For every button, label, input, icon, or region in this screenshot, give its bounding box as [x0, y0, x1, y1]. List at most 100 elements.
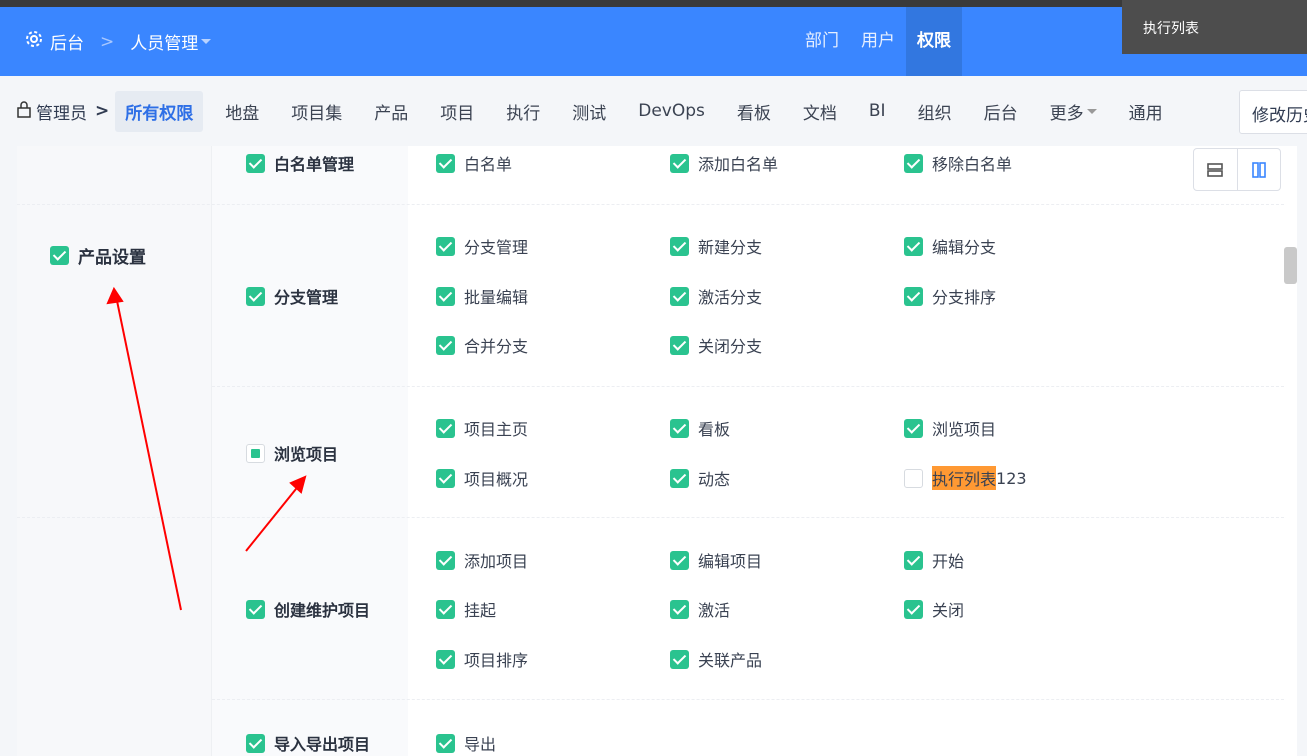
table-row	[212, 700, 1284, 756]
checkbox[interactable]	[436, 550, 455, 570]
permission-item[interactable]: 挂起	[436, 597, 496, 621]
permission-item[interactable]: 新建分支	[670, 234, 762, 258]
checkbox[interactable]	[670, 286, 689, 306]
permission-item[interactable]: 关联产品	[670, 647, 762, 671]
module-checkbox[interactable]: 产品设置	[50, 243, 146, 268]
tab-kanban[interactable]: 看板	[727, 91, 781, 132]
checkbox[interactable]	[436, 649, 455, 669]
checkbox[interactable]	[670, 550, 689, 570]
permission-item[interactable]: 批量编辑	[436, 284, 528, 308]
permission-item[interactable]: 项目主页	[436, 416, 528, 440]
checkbox[interactable]	[670, 468, 689, 488]
checkbox[interactable]	[246, 286, 265, 306]
permission-item[interactable]: 激活	[670, 597, 730, 621]
checkbox[interactable]	[904, 236, 923, 256]
permission-item[interactable]: 执行列表 123	[904, 466, 1027, 490]
checkbox[interactable]	[436, 468, 455, 488]
permission-item[interactable]: 导出	[436, 731, 496, 755]
permission-label: 分支排序	[932, 288, 997, 307]
nav-permission[interactable]: 权限	[906, 7, 962, 76]
tab-my[interactable]: 地盘	[215, 91, 269, 132]
checkbox[interactable]	[436, 153, 455, 173]
permission-item[interactable]: 白名单	[436, 151, 512, 175]
column-view-button[interactable]	[1236, 149, 1281, 190]
tab-execution[interactable]: 执行	[496, 91, 550, 132]
history-button[interactable]: 修改历史	[1239, 90, 1307, 134]
list-view-button[interactable]	[1194, 149, 1237, 190]
checkbox[interactable]	[904, 550, 923, 570]
checkbox[interactable]	[436, 418, 455, 438]
checkbox[interactable]	[904, 418, 923, 438]
permission-label: 浏览项目	[932, 420, 997, 439]
permission-item[interactable]: 开始	[904, 548, 964, 572]
view-toggle	[1193, 148, 1281, 191]
tab-bi[interactable]: BI	[859, 93, 896, 129]
permission-item[interactable]: 编辑项目	[670, 548, 762, 572]
tab-general[interactable]: 通用	[1119, 91, 1173, 132]
checkbox[interactable]	[670, 649, 689, 669]
permission-item[interactable]: 激活分支	[670, 284, 762, 308]
permission-label: 挂起	[464, 601, 497, 620]
tab-project[interactable]: 项目	[430, 91, 484, 132]
permission-item[interactable]: 关闭分支	[670, 333, 762, 357]
checkbox[interactable]	[246, 599, 265, 619]
checkbox[interactable]	[246, 733, 265, 753]
tab-more[interactable]: 更多	[1040, 91, 1107, 132]
nav-user[interactable]: 用户	[850, 7, 906, 76]
permission-item[interactable]: 添加项目	[436, 548, 528, 572]
checkbox[interactable]	[436, 599, 455, 619]
checkbox[interactable]	[670, 236, 689, 256]
tab-org[interactable]: 组织	[908, 91, 962, 132]
permission-item[interactable]: 添加白名单	[670, 151, 778, 175]
group-checkbox[interactable]: 创建维护项目	[246, 597, 370, 621]
tab-product[interactable]: 产品	[364, 91, 418, 132]
checkbox[interactable]	[904, 468, 923, 488]
checkbox[interactable]	[436, 286, 455, 306]
table-row	[212, 518, 1284, 700]
checkbox[interactable]	[670, 335, 689, 355]
checkbox[interactable]	[670, 153, 689, 173]
permission-item[interactable]: 动态	[670, 466, 730, 490]
module-label: 产品设置	[78, 248, 146, 268]
permission-item[interactable]: 浏览项目	[904, 416, 996, 440]
checkbox[interactable]	[670, 599, 689, 619]
module-dropdown[interactable]: 人员管理	[130, 29, 212, 54]
tab-devops[interactable]: DevOps	[628, 93, 715, 129]
checkbox[interactable]	[670, 418, 689, 438]
checkbox[interactable]	[436, 733, 455, 753]
chevron-right-icon: >	[100, 31, 115, 52]
permission-item[interactable]: 分支排序	[904, 284, 996, 308]
checkbox[interactable]	[436, 335, 455, 355]
permission-item[interactable]: 项目排序	[436, 647, 528, 671]
permission-item[interactable]: 看板	[670, 416, 730, 440]
checkbox[interactable]	[246, 153, 265, 173]
checkbox[interactable]	[904, 153, 923, 173]
checkbox[interactable]	[436, 236, 455, 256]
permission-item[interactable]: 项目概况	[436, 466, 528, 490]
tab-admin[interactable]: 后台	[974, 91, 1028, 132]
checkbox[interactable]	[904, 599, 923, 619]
tab-doc[interactable]: 文档	[793, 91, 847, 132]
home-link[interactable]: 后台	[50, 29, 84, 54]
scrollbar-thumb[interactable]	[1284, 247, 1297, 284]
permission-item[interactable]: 关闭	[904, 597, 964, 621]
checkbox[interactable]	[904, 286, 923, 306]
checkbox[interactable]	[50, 246, 69, 265]
checkbox-indeterminate[interactable]	[246, 443, 265, 463]
permission-item[interactable]: 编辑分支	[904, 234, 996, 258]
permission-label: 分支管理	[464, 238, 529, 257]
group-checkbox[interactable]: 导入导出项目	[246, 731, 370, 755]
permission-item[interactable]: 合并分支	[436, 333, 528, 357]
group-checkbox[interactable]: 浏览项目	[246, 441, 338, 465]
tab-qa[interactable]: 测试	[562, 91, 616, 132]
app-header: 后台 > 人员管理 部门 用户 权限	[0, 7, 1307, 76]
caret-down-icon	[201, 39, 212, 49]
permission-item[interactable]: 移除白名单	[904, 151, 1012, 175]
nav-department[interactable]: 部门	[794, 7, 850, 76]
group-checkbox[interactable]: 白名单管理	[246, 151, 354, 175]
group-checkbox[interactable]: 分支管理	[246, 284, 338, 308]
tab-all[interactable]: 所有权限	[115, 90, 204, 132]
tab-program[interactable]: 项目集	[281, 91, 352, 132]
permission-item[interactable]: 分支管理	[436, 234, 528, 258]
permission-label: 项目主页	[464, 420, 529, 439]
